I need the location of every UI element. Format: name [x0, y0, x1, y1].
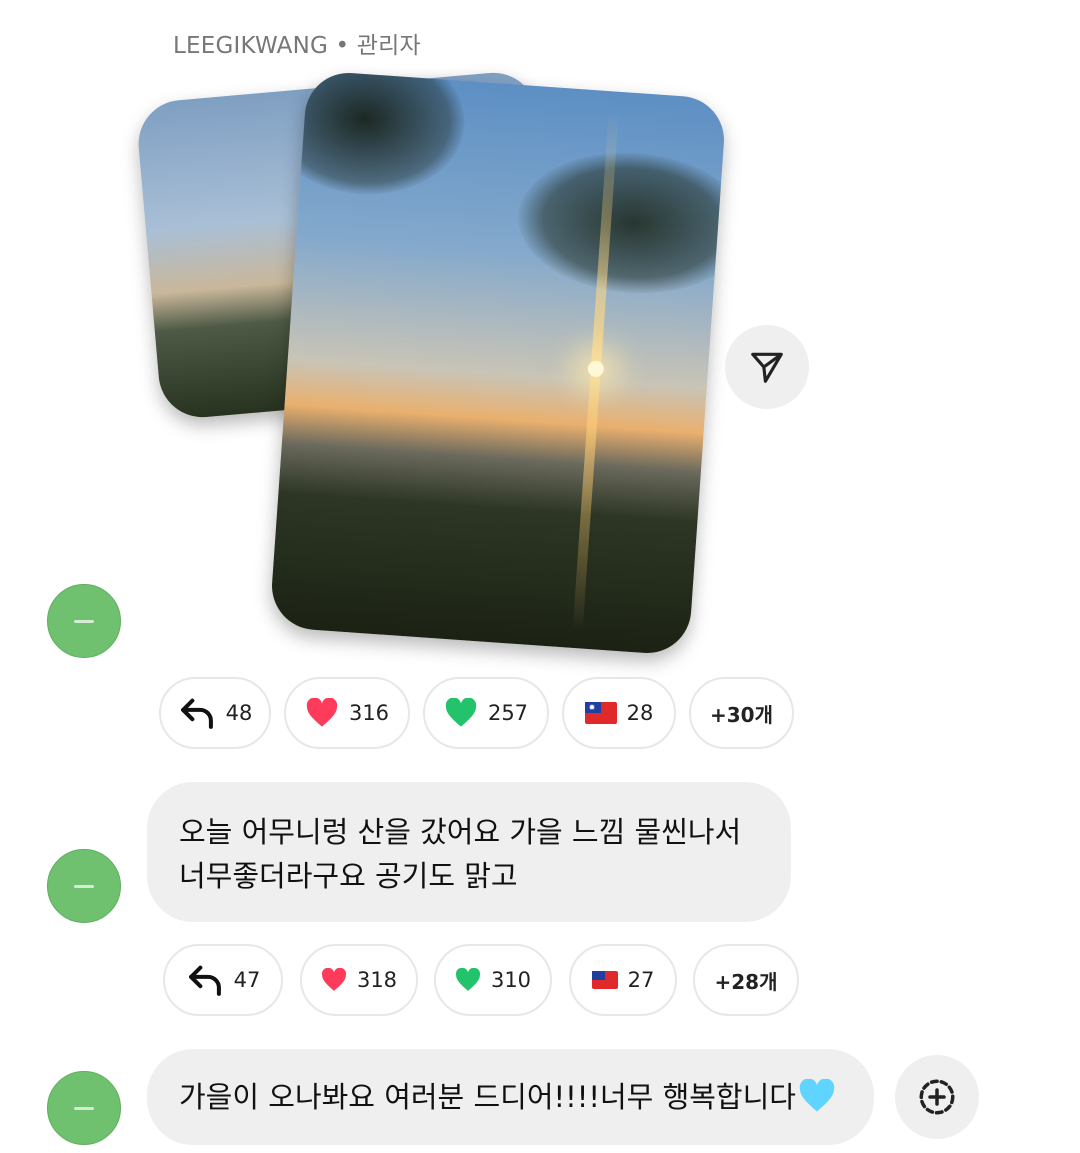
sun	[587, 360, 605, 378]
reply-icon	[188, 965, 221, 996]
message-bubble[interactable]: 가을이 오나봐요 여러분 드디어!!!!너무 행복합니다	[147, 1049, 874, 1145]
reaction-taiwan-flag[interactable]: ✹ 28	[562, 677, 676, 749]
avatar[interactable]	[47, 849, 121, 923]
message-line: 너무좋더라구요 공기도 맑고	[179, 859, 518, 893]
reaction-count: 257	[487, 701, 529, 725]
add-reaction-button[interactable]	[895, 1055, 979, 1139]
taiwan-flag-icon: ✹	[584, 702, 617, 724]
reply-pill[interactable]: 48	[159, 677, 271, 749]
share-button[interactable]	[725, 325, 809, 409]
pine-branch	[513, 145, 727, 301]
green-heart-icon	[445, 698, 477, 727]
more-reactions-button[interactable]: +28개	[693, 944, 799, 1016]
message-text: 가을이 오나봐요 여러분 드디어!!!!너무 행복합니다	[179, 1080, 796, 1114]
photo-front[interactable]	[269, 70, 727, 656]
message-line: 오늘 어무니렁 산을 갔어요 가을 느낌 물씬나서	[179, 815, 742, 849]
more-reactions-label: +28개	[714, 969, 778, 994]
reaction-taiwan-flag[interactable]: 27	[569, 944, 677, 1016]
red-heart-icon	[306, 698, 338, 727]
reply-icon	[180, 698, 213, 729]
avatar-mark	[74, 884, 94, 888]
avatar-mark	[74, 1106, 94, 1110]
avatar-mark	[74, 619, 94, 623]
reaction-count: 316	[348, 701, 390, 725]
green-heart-icon	[455, 968, 480, 991]
taiwan-flag-icon	[591, 971, 618, 989]
chat-screen: LEEGIKWANG • 관리자 48 316 257 ✹ 28 +30개 오늘…	[0, 0, 1080, 1153]
more-reactions-button[interactable]: +30개	[689, 677, 794, 749]
send-icon	[751, 352, 783, 383]
avatar[interactable]	[47, 1071, 121, 1145]
avatar[interactable]	[47, 584, 121, 658]
reaction-green-heart[interactable]: 310	[434, 944, 552, 1016]
reply-count: 48	[225, 701, 253, 725]
red-heart-icon	[321, 968, 346, 991]
reaction-count: 318	[356, 968, 398, 992]
reaction-red-heart[interactable]: 316	[284, 677, 410, 749]
add-reaction-icon	[919, 1079, 955, 1115]
light-blue-heart-icon	[799, 1079, 835, 1112]
reply-count: 47	[233, 968, 261, 992]
sender-name: LEEGIKWANG • 관리자	[173, 33, 421, 59]
reaction-count: 310	[490, 968, 532, 992]
message-bubble[interactable]: 오늘 어무니렁 산을 갔어요 가을 느낌 물씬나서 너무좋더라구요 공기도 맑고	[147, 782, 791, 922]
reaction-green-heart[interactable]: 257	[423, 677, 549, 749]
more-reactions-label: +30개	[710, 702, 773, 727]
reaction-red-heart[interactable]: 318	[300, 944, 418, 1016]
reaction-count: 27	[627, 968, 655, 992]
reply-pill[interactable]: 47	[163, 944, 283, 1016]
reaction-count: 28	[626, 701, 654, 725]
